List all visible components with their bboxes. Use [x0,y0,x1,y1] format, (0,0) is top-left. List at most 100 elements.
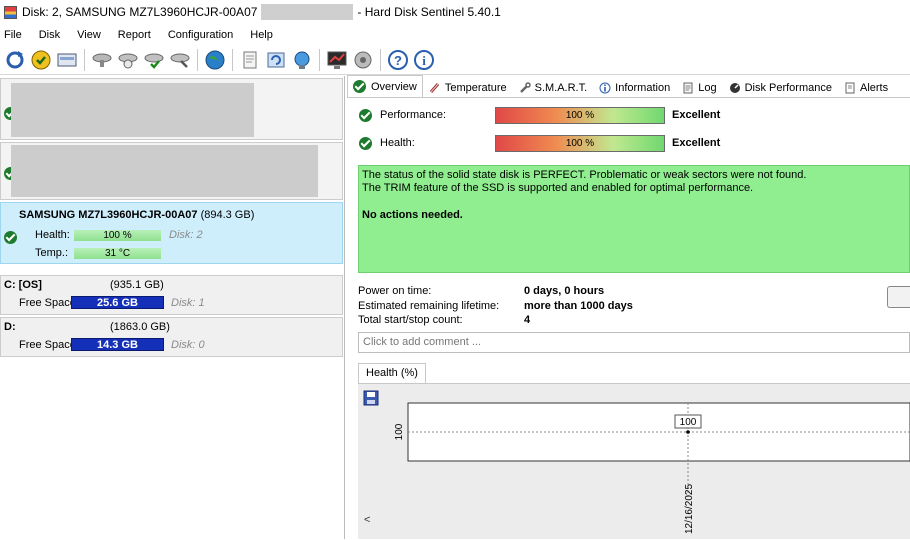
info-row: Estimated remaining lifetime: more than … [358,300,633,315]
free-space-label: Free Space [19,297,76,309]
scroll-left-arrow[interactable]: < [364,514,370,526]
status-message-box: The status of the solid state disk is PE… [358,165,910,273]
tab-disk-performance[interactable]: Disk Performance [723,77,838,97]
redacted-disk-info [11,83,254,137]
menu-disk[interactable]: Disk [35,29,64,41]
lifetime-label: Estimated remaining lifetime: [358,299,500,312]
menu-report[interactable]: Report [114,29,155,41]
hdd-repair-icon[interactable] [168,48,192,72]
disk-card-redacted-2[interactable] [0,142,343,200]
disk-card-redacted-1[interactable] [0,78,343,140]
performance-rating: Excellent [672,109,721,121]
temp-mini-bar: 31 °C [74,248,161,259]
tab-temperature[interactable]: Temperature [423,77,513,97]
ok-status-icon [359,108,372,122]
menu-configuration[interactable]: Configuration [164,29,237,41]
window-title-suffix: - Hard Disk Sentinel 5.40.1 [357,5,501,19]
tab-log[interactable]: Log [676,77,722,97]
toolbar-separator [84,48,85,71]
power-on-label: Power on time: [358,285,432,297]
hdd-tool-icon[interactable] [90,48,114,72]
tab-label: Disk Performance [744,81,832,94]
disk-card-selected[interactable]: SAMSUNG MZ7L3960HCJR-00A07 (894.3 GB) He… [0,202,343,264]
info-icon[interactable]: i [412,48,436,72]
title-bar: Disk: 2, SAMSUNG MZ7L3960HCJR-00A07 - Ha… [0,0,910,24]
menu-help[interactable]: Help [246,29,277,41]
health-rating: Excellent [672,137,721,149]
sync-icon[interactable] [264,48,288,72]
tab-alerts[interactable]: Alerts [838,77,894,97]
tab-smart[interactable]: S.M.A.R.T. [513,77,594,97]
free-space-bar: 25.6 GB [71,296,164,309]
disk-size: (894.3 GB) [200,209,255,221]
performance-icon[interactable] [325,48,349,72]
disk-number: Disk: 2 [169,229,203,241]
disk-drive-icon[interactable] [55,48,79,72]
chart-tab-health[interactable]: Health (%) [358,363,426,383]
tab-label: Information [615,81,671,94]
menu-file[interactable]: File [0,29,26,41]
free-space-label: Free Space [19,339,76,351]
volume-name: C: [OS] [4,279,42,291]
side-button[interactable] [887,286,910,308]
temp-label: Temp.: [35,247,69,259]
svg-text:?: ? [394,53,402,68]
help-icon[interactable]: ? [386,48,410,72]
ok-status-icon [359,136,372,150]
disk-name: SAMSUNG MZ7L3960HCJR-00A07 (894.3 GB) [19,209,255,221]
tab-label: S.M.A.R.T. [534,81,588,94]
alerts-icon [845,82,855,93]
power-on-value: 0 days, 0 hours [524,285,605,297]
hdd-test-icon[interactable] [116,48,140,72]
redacted-serial [261,4,354,20]
tab-information[interactable]: Information [593,77,676,97]
tab-strip: Overview Temperature S.M.A.R.T. Informat… [347,75,910,98]
status-line: The status of the solid state disk is PE… [362,169,807,181]
performance-row: Performance: 100 % Excellent [359,106,720,124]
check-icon [353,80,366,93]
startstop-value: 4 [524,314,531,326]
thermometer-icon [429,82,439,93]
volume-card-c[interactable]: C: [OS] (935.1 GB) Free Space 25.6 GB Di… [0,275,343,315]
volume-disk-number: Disk: 1 [171,297,205,309]
tab-label: Log [698,81,717,94]
volume-card-d[interactable]: D: (1863.0 GB) Free Space 14.3 GB Disk: … [0,317,343,357]
startstop-label: Total start/stop count: [358,314,463,326]
redacted-disk-info [11,145,318,197]
wrench-icon [519,81,531,93]
volume-size: (935.1 GB) [110,279,164,291]
x-tick-label: 12/16/2025 [684,484,695,534]
health-bar: 100 % [495,134,665,152]
tab-overview[interactable]: Overview [347,75,423,97]
y-tick-label: 100 [394,423,405,440]
volume-size: (1863.0 GB) [110,321,170,333]
tab-label: Alerts [859,81,889,94]
lifetime-value: more than 1000 days [524,299,633,312]
toolbar-separator [380,48,381,71]
performance-bar: 100 % [495,106,665,124]
comment-input[interactable]: Click to add comment ... [358,332,910,353]
chart-body: 100 100 12/16/2025 < [358,383,910,539]
health-label: Health: [380,137,415,149]
sound-icon[interactable] [351,48,375,72]
data-point [686,430,690,434]
tab-label: Overview [371,80,417,93]
disk-list-panel: SAMSUNG MZ7L3960HCJR-00A07 (894.3 GB) He… [0,76,345,539]
volume-disk-number: Disk: 0 [171,339,205,351]
globe-icon[interactable] [203,48,227,72]
health-chart-area: Health (%) 100 100 12/16/2025 < [358,363,910,539]
refresh-icon[interactable] [3,48,27,72]
free-space-bar: 14.3 GB [71,338,164,351]
network-icon[interactable] [290,48,314,72]
disk-info-grid: Power on time: 0 days, 0 hours Estimated… [358,285,633,329]
report-icon[interactable] [238,48,262,72]
toolbar: ? i [0,45,910,75]
toolbar-separator [232,48,233,71]
data-label: 100 [680,417,697,428]
toolbar-separator [197,48,198,71]
menu-view[interactable]: View [73,29,105,41]
alert-icon[interactable] [29,48,53,72]
hdd-check-icon[interactable] [142,48,166,72]
details-panel: Overview Temperature S.M.A.R.T. Informat… [347,75,910,539]
info-icon [599,82,611,93]
